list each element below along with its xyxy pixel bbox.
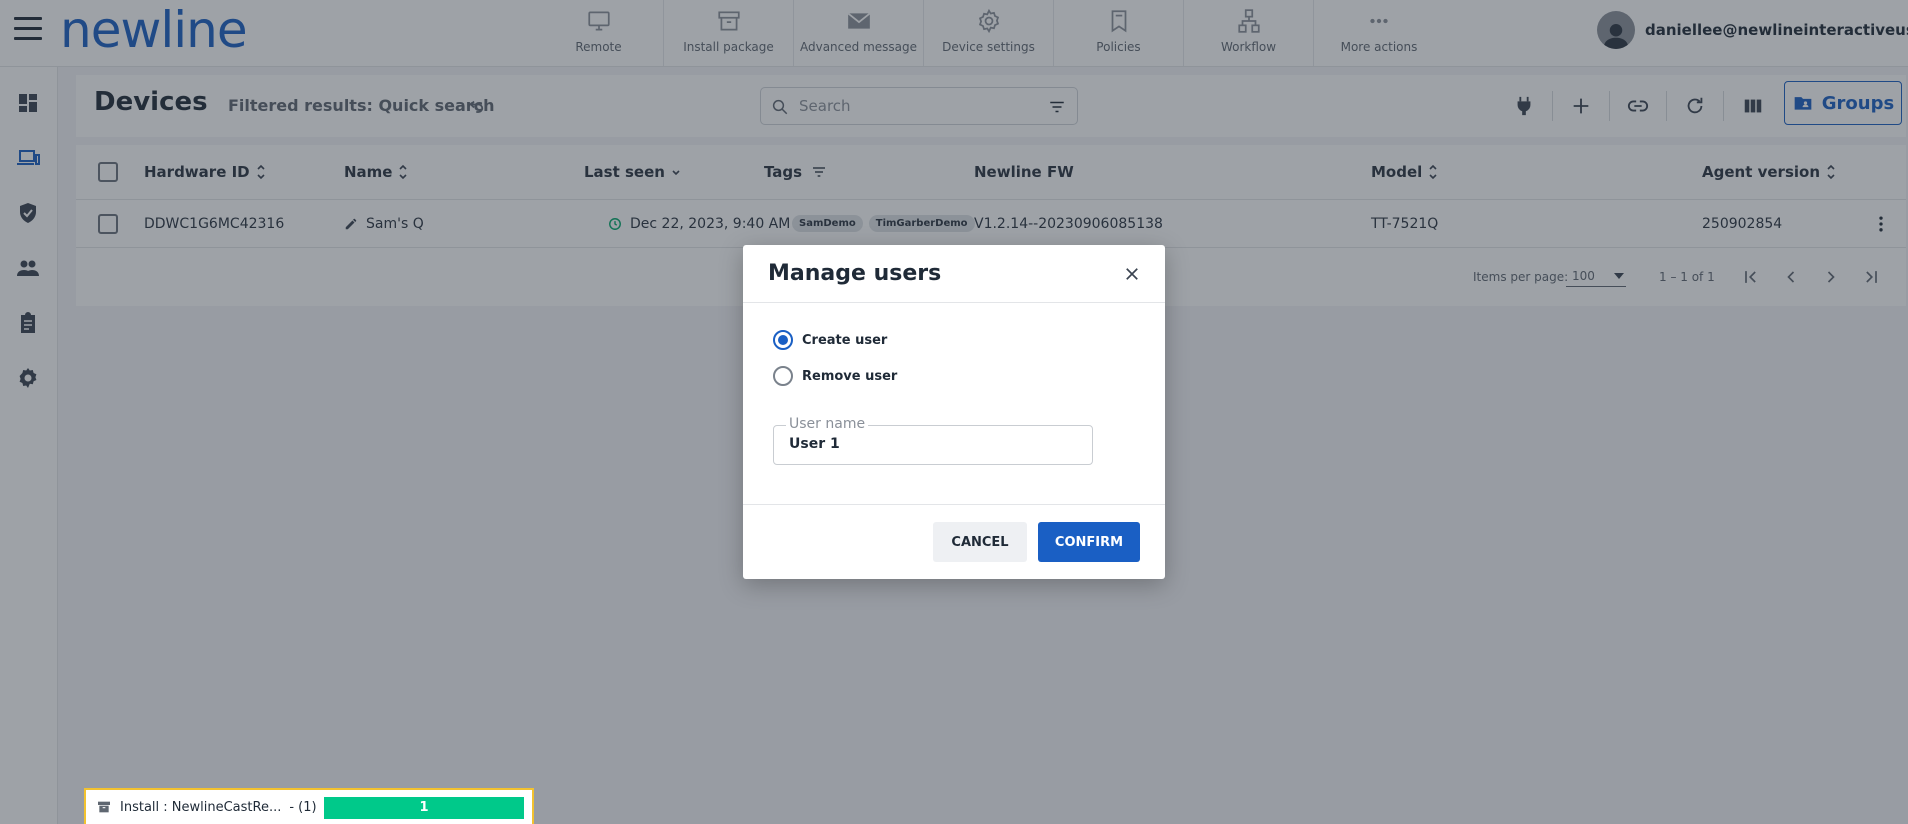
user-name-field: User name bbox=[773, 416, 1093, 465]
divider bbox=[743, 504, 1165, 505]
close-icon[interactable] bbox=[1123, 265, 1141, 283]
install-count: - (1) bbox=[289, 799, 317, 815]
divider bbox=[743, 302, 1165, 303]
cancel-button[interactable]: CANCEL bbox=[933, 522, 1027, 562]
remove-user-radio[interactable] bbox=[773, 366, 793, 386]
user-name-label: User name bbox=[786, 416, 869, 432]
user-name-input[interactable] bbox=[789, 436, 1079, 452]
install-text: Install : NewlineCastRe... bbox=[120, 799, 282, 815]
manage-users-dialog: Manage users Create user Remove user Use… bbox=[743, 245, 1165, 579]
install-status-bar[interactable]: Install : NewlineCastRe... - (1) 1 bbox=[84, 788, 534, 824]
remove-user-option[interactable]: Remove user bbox=[773, 366, 897, 386]
create-user-label: Create user bbox=[802, 332, 888, 348]
confirm-button[interactable]: CONFIRM bbox=[1038, 522, 1140, 562]
install-progress-bar: 1 bbox=[324, 797, 524, 819]
create-user-radio[interactable] bbox=[773, 330, 793, 350]
package-icon bbox=[98, 801, 110, 813]
create-user-option[interactable]: Create user bbox=[773, 330, 887, 350]
remove-user-label: Remove user bbox=[802, 368, 898, 384]
install-progress-value: 1 bbox=[419, 800, 429, 815]
dialog-title: Manage users bbox=[768, 261, 942, 286]
